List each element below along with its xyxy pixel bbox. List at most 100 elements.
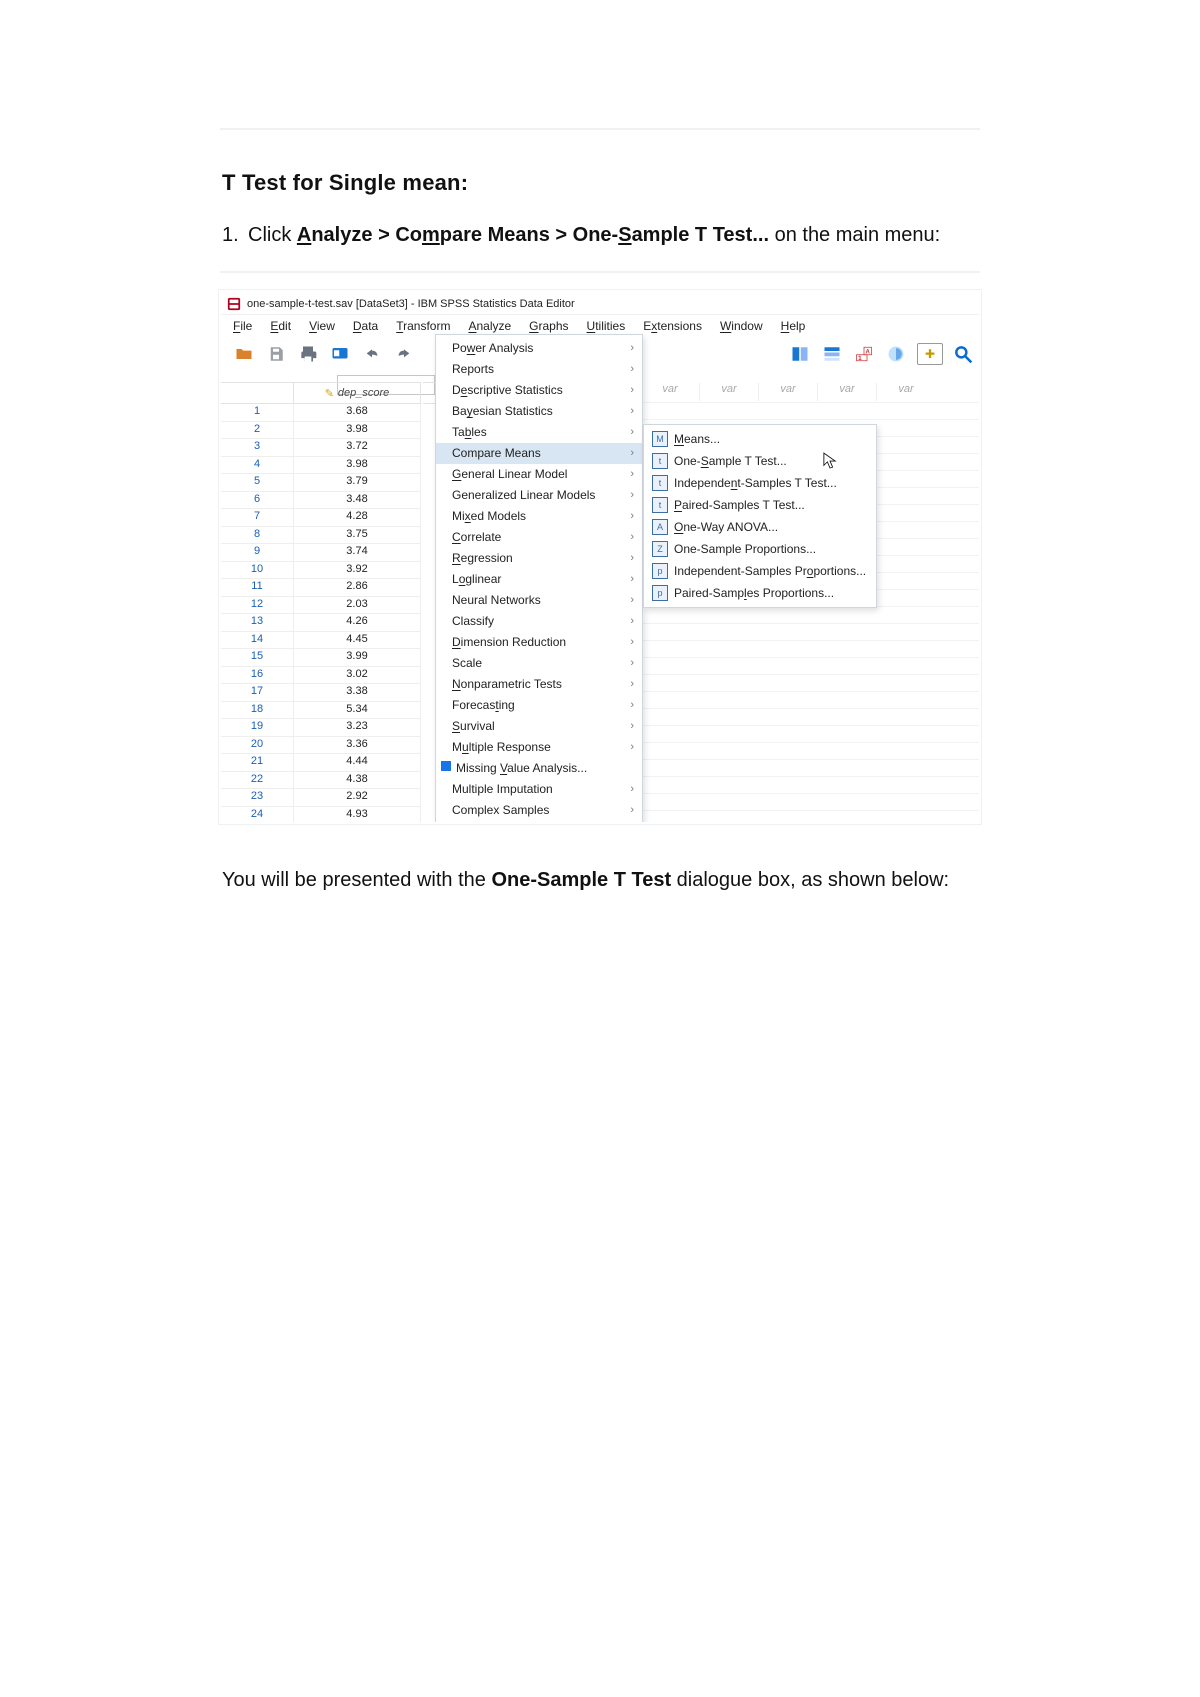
analyze-item[interactable]: Dimension Reduction›	[436, 632, 642, 653]
submenu-item[interactable]: ZOne-Sample Proportions...	[644, 538, 876, 560]
analyze-item[interactable]: Loglinear›	[436, 569, 642, 590]
divider	[220, 271, 980, 273]
chevron-right-icon: ›	[630, 634, 634, 651]
chevron-right-icon: ›	[630, 529, 634, 546]
submenu-item[interactable]: MMeans...	[644, 428, 876, 450]
chevron-right-icon: ›	[630, 592, 634, 609]
print-icon[interactable]	[297, 343, 319, 365]
menubar-item-transform[interactable]: Transform	[390, 317, 460, 335]
table-row[interactable]: 93.74	[221, 544, 421, 562]
analyze-item[interactable]: Classify›	[436, 611, 642, 632]
analyze-item[interactable]: Mixed Models›	[436, 506, 642, 527]
analyze-item[interactable]: Multiple Response›	[436, 737, 642, 758]
table-row[interactable]: 23.98	[221, 422, 421, 440]
submenu-item[interactable]: tOne-Sample T Test...	[644, 450, 876, 472]
analyze-item[interactable]: Regression›	[436, 548, 642, 569]
data-view-icon[interactable]	[329, 343, 351, 365]
table-row[interactable]: 244.93	[221, 807, 421, 823]
menubar-item-view[interactable]: View	[303, 317, 345, 335]
table-row[interactable]: 203.36	[221, 737, 421, 755]
analyze-item[interactable]: Nonparametric Tests›	[436, 674, 642, 695]
search-icon[interactable]	[953, 344, 973, 364]
submenu-item[interactable]: tPaired-Samples T Test...	[644, 494, 876, 516]
analyze-item[interactable]: General Linear Model›	[436, 464, 642, 485]
table-row[interactable]: 83.75	[221, 527, 421, 545]
pencil-icon: ✎	[325, 387, 334, 400]
analyze-item[interactable]: Survival›	[436, 716, 642, 737]
compare-means-submenu[interactable]: MMeans...tOne-Sample T Test...tIndepende…	[643, 424, 877, 608]
table-row[interactable]: 185.34	[221, 702, 421, 720]
column-header-dep-score[interactable]: ✎ dep_score	[294, 383, 421, 403]
analyze-dropdown[interactable]: Power Analysis›Reports›Descriptive Stati…	[435, 334, 643, 822]
menubar-item-utilities[interactable]: Utilities	[581, 317, 636, 335]
step-1: 1. Click Analyze > Compare Means > One-S…	[222, 220, 978, 251]
table-row[interactable]: 43.98	[221, 457, 421, 475]
menubar-item-analyze[interactable]: Analyze	[462, 317, 521, 335]
column-header-empty-var[interactable]: var	[817, 383, 876, 401]
chevron-right-icon: ›	[630, 508, 634, 525]
redo-icon[interactable]	[393, 343, 415, 365]
column-header-empty-var[interactable]: var	[758, 383, 817, 401]
table-row[interactable]: 163.02	[221, 667, 421, 685]
chevron-right-icon: ›	[630, 403, 634, 420]
analyze-item[interactable]: Reports›	[436, 359, 642, 380]
menubar-item-edit[interactable]: Edit	[264, 317, 301, 335]
menubar-item-file[interactable]: File	[227, 317, 262, 335]
analyze-item[interactable]: Power Analysis›	[436, 338, 642, 359]
select-cases-icon[interactable]	[821, 343, 843, 365]
table-row[interactable]: 63.48	[221, 492, 421, 510]
submenu-item[interactable]: tIndependent-Samples T Test...	[644, 472, 876, 494]
table-row[interactable]: 193.23	[221, 719, 421, 737]
column-header-empty-var[interactable]: var	[699, 383, 758, 401]
chevron-right-icon: ›	[630, 697, 634, 714]
table-row[interactable]: 74.28	[221, 509, 421, 527]
analyze-item[interactable]: Compare Means›	[436, 443, 642, 464]
table-row[interactable]: 214.44	[221, 754, 421, 772]
table-row[interactable]: 173.38	[221, 684, 421, 702]
submenu-item[interactable]: pPaired-Samples Proportions...	[644, 582, 876, 604]
analyze-item[interactable]: Multiple Imputation›	[436, 779, 642, 800]
analyze-item[interactable]: Scale›	[436, 653, 642, 674]
table-row[interactable]: 144.45	[221, 632, 421, 650]
column-header-empty-var[interactable]: var	[641, 383, 699, 401]
analyze-item[interactable]: Bayesian Statistics›	[436, 401, 642, 422]
table-row[interactable]: 153.99	[221, 649, 421, 667]
menubar-item-graphs[interactable]: Graphs	[523, 317, 578, 335]
chevron-right-icon: ›	[630, 550, 634, 567]
analyze-item[interactable]: Descriptive Statistics›	[436, 380, 642, 401]
menubar-item-extensions[interactable]: Extensions	[637, 317, 712, 335]
value-labels-icon[interactable]	[789, 343, 811, 365]
table-row[interactable]: 13.68	[221, 404, 421, 422]
variables-info-icon[interactable]: 1A	[853, 343, 875, 365]
table-row[interactable]: 53.79	[221, 474, 421, 492]
submenu-item[interactable]: AOne-Way ANOVA...	[644, 516, 876, 538]
spss-screenshot: one-sample-t-test.sav [DataSet3] - IBM S…	[221, 292, 979, 822]
analyze-item[interactable]: Complex Samples›	[436, 800, 642, 821]
undo-icon[interactable]	[361, 343, 383, 365]
data-grid[interactable]: ✎ dep_score 13.6823.9833.7243.9853.7963.…	[221, 382, 421, 822]
analyze-item[interactable]: Tables›	[436, 422, 642, 443]
submenu-item[interactable]: pIndependent-Samples Proportions...	[644, 560, 876, 582]
open-icon[interactable]	[233, 343, 255, 365]
weight-cases-icon[interactable]	[885, 343, 907, 365]
analyze-item[interactable]: Missing Value Analysis...	[436, 758, 642, 779]
insert-case-icon[interactable]: ✚	[917, 343, 943, 365]
table-row[interactable]: 33.72	[221, 439, 421, 457]
table-row[interactable]: 232.92	[221, 789, 421, 807]
analyze-item[interactable]: Simulation...	[436, 821, 642, 822]
menubar-item-help[interactable]: Help	[775, 317, 816, 335]
save-icon[interactable]	[265, 343, 287, 365]
analyze-item[interactable]: Neural Networks›	[436, 590, 642, 611]
table-row[interactable]: 103.92	[221, 562, 421, 580]
analyze-item[interactable]: Correlate›	[436, 527, 642, 548]
table-row[interactable]: 112.86	[221, 579, 421, 597]
table-row[interactable]: 224.38	[221, 772, 421, 790]
followup-text: You will be presented with the One-Sampl…	[222, 865, 978, 896]
table-row[interactable]: 122.03	[221, 597, 421, 615]
menubar-item-window[interactable]: Window	[714, 317, 773, 335]
analyze-item[interactable]: Generalized Linear Models›	[436, 485, 642, 506]
analyze-item[interactable]: Forecasting›	[436, 695, 642, 716]
menubar-item-data[interactable]: Data	[347, 317, 388, 335]
table-row[interactable]: 134.26	[221, 614, 421, 632]
column-header-empty-var[interactable]: var	[876, 383, 935, 401]
